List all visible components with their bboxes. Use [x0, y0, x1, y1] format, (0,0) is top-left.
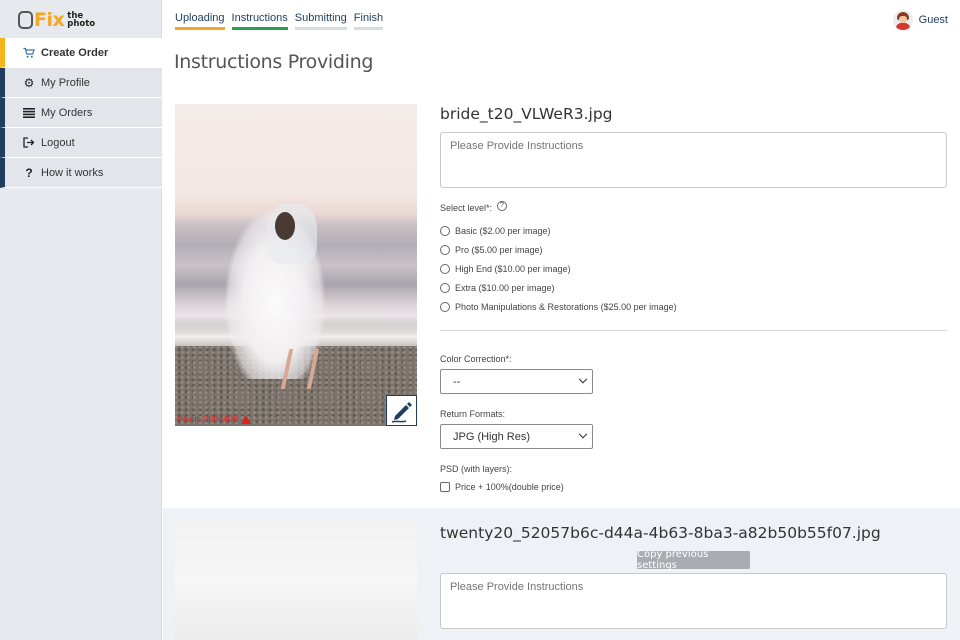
select-level-label: Select level*: [440, 203, 493, 213]
radio-button[interactable] [440, 245, 450, 255]
resolution-warning-text: Pixels 300x408 [177, 414, 239, 424]
warning-icon [241, 414, 252, 424]
image-preview: Pixels 300x408 [175, 104, 417, 426]
sidebar-item-create-order[interactable]: Create Order [0, 38, 162, 68]
psd-option-label: Price + 100%(double price) [455, 482, 564, 492]
progress-steps: Uploading Instructions Submitting Finish [175, 12, 384, 30]
radio-button[interactable] [440, 264, 450, 274]
return-formats-label: Return Formats: [440, 409, 506, 419]
sidebar-item-how-it-works[interactable]: ? How it works [0, 158, 162, 188]
color-correction-select[interactable]: -- [440, 369, 593, 394]
chevron-down-icon [578, 374, 588, 383]
radio-button[interactable] [440, 226, 450, 236]
gear-icon: ⚙ [23, 75, 35, 90]
app: Fix the photo Create Order ⚙ My Profile [0, 0, 960, 640]
step-uploading[interactable]: Uploading [175, 12, 225, 30]
step-submitting[interactable]: Submitting [294, 12, 347, 30]
sidebar-nav: Create Order ⚙ My Profile My Orders Logo… [0, 38, 162, 188]
sidebar-item-my-profile[interactable]: ⚙ My Profile [0, 68, 162, 98]
step-instructions[interactable]: Instructions [231, 12, 288, 30]
level-option-extra[interactable]: Extra ($10.00 per image) [440, 283, 555, 293]
copy-previous-settings-button[interactable]: Copy previous settings [637, 549, 750, 571]
instructions-input-2[interactable] [440, 573, 947, 629]
pen-icon [391, 401, 412, 423]
level-option-high-end[interactable]: High End ($10.00 per image) [440, 264, 571, 274]
logo[interactable]: Fix the photo [18, 7, 95, 33]
user-name: Guest [918, 14, 948, 26]
psd-label: PSD (with layers): [440, 464, 513, 474]
level-option-pro[interactable]: Pro ($5.00 per image) [440, 245, 543, 255]
user-menu[interactable]: Guest [892, 10, 948, 30]
logo-fix-text: Fix [34, 8, 65, 31]
divider [440, 330, 947, 331]
cart-icon [23, 47, 35, 59]
radio-button[interactable] [440, 302, 450, 312]
level-option-label: Pro ($5.00 per image) [455, 245, 543, 255]
logout-icon [23, 137, 35, 149]
image-filename-2: twenty20_52057b6c-d44a-4b63-8ba3-a82b50b… [440, 524, 881, 542]
sidebar-item-logout[interactable]: Logout [0, 128, 162, 158]
level-option-label: Photo Manipulations & Restorations ($25.… [455, 302, 677, 312]
radio-button[interactable] [440, 283, 450, 293]
return-formats-value: JPG (High Res) [453, 430, 531, 443]
image-filename: bride_t20_VLWeR3.jpg [440, 105, 613, 123]
sidebar-item-label: Create Order [41, 46, 109, 59]
image-preview-2 [175, 522, 417, 640]
level-option-basic[interactable]: Basic ($2.00 per image) [440, 226, 551, 236]
level-option-label: High End ($10.00 per image) [455, 264, 571, 274]
sidebar-item-label: My Orders [41, 106, 93, 119]
sidebar-item-label: Logout [41, 136, 75, 149]
help-icon[interactable]: ? [497, 201, 507, 211]
color-correction-label: Color Correction*: [440, 354, 512, 364]
question-icon: ? [25, 165, 33, 180]
sidebar-item-label: How it works [41, 166, 104, 179]
sidebar-item-my-orders[interactable]: My Orders [0, 98, 162, 128]
level-option-label: Extra ($10.00 per image) [455, 283, 555, 293]
logo-thephoto: the photo [67, 12, 96, 29]
psd-option[interactable]: Price + 100%(double price) [440, 482, 564, 492]
step-finish[interactable]: Finish [353, 12, 384, 30]
psd-checkbox[interactable] [440, 482, 450, 492]
sidebar-item-label: My Profile [41, 76, 90, 89]
avatar [892, 10, 913, 30]
level-option-manipulations[interactable]: Photo Manipulations & Restorations ($25.… [440, 302, 677, 312]
level-option-label: Basic ($2.00 per image) [455, 226, 551, 236]
logo-photo-text: photo [67, 19, 96, 29]
color-correction-value: -- [453, 375, 461, 388]
chevron-down-icon [578, 429, 588, 438]
resolution-warning: Pixels 300x408 [177, 414, 252, 424]
page-title: Instructions Providing [174, 51, 374, 73]
logo-mark-icon [18, 11, 33, 29]
instructions-input[interactable] [440, 132, 947, 188]
sidebar: Fix the photo Create Order ⚙ My Profile [0, 0, 162, 640]
return-formats-select[interactable]: JPG (High Res) [440, 424, 593, 449]
edit-image-button[interactable] [386, 395, 417, 426]
list-icon [23, 107, 35, 119]
